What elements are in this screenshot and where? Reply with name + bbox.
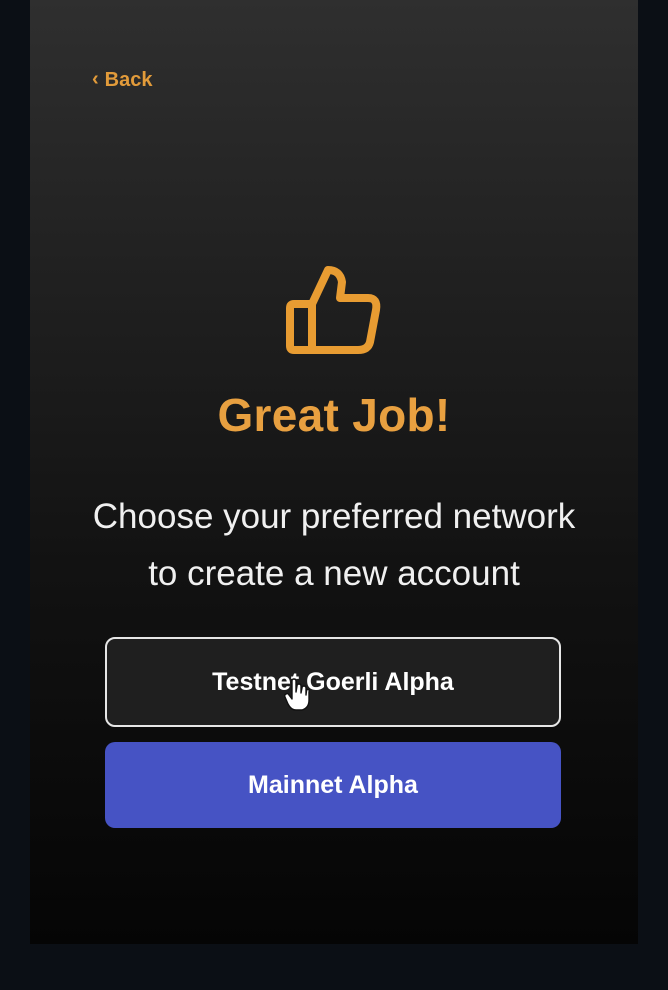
subtitle-line-1: Choose your preferred network bbox=[92, 497, 576, 536]
mainnet-button[interactable]: Mainnet Alpha bbox=[105, 742, 561, 828]
chevron-left-icon: ‹ bbox=[92, 68, 99, 90]
testnet-goerli-label: Testnet Goerli Alpha bbox=[212, 667, 454, 696]
mainnet-label: Mainnet Alpha bbox=[248, 770, 418, 799]
subtitle-line-2: to create a new account bbox=[148, 554, 520, 593]
back-button[interactable]: ‹ Back bbox=[92, 66, 152, 94]
page-title: Great Job! bbox=[217, 389, 451, 441]
page-subtitle: Choose your preferred network to create … bbox=[54, 488, 614, 602]
app-window: ‹ Back Great Job! Choose your preferred … bbox=[0, 0, 668, 990]
thumbs-up-icon bbox=[286, 266, 381, 354]
testnet-goerli-button[interactable]: Testnet Goerli Alpha bbox=[105, 637, 561, 727]
back-label: Back bbox=[104, 68, 153, 91]
